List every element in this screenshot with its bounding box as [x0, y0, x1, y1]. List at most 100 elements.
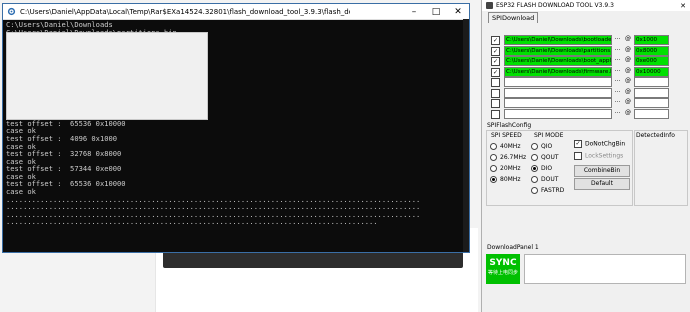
- browse-button[interactable]: ...: [613, 45, 622, 54]
- radio-dot: [531, 165, 538, 172]
- console-line: test offset : 65536 0x10000: [6, 118, 126, 128]
- row-checkbox[interactable]: [491, 78, 500, 87]
- file-row: ✓ C:\Users\Daniel\Downloads\partitions.bi…: [491, 45, 690, 56]
- address-input[interactable]: 0x10000: [634, 66, 669, 77]
- spi-mode-radio[interactable]: QOUT: [531, 154, 559, 162]
- radio-dot: [531, 154, 538, 161]
- checkbox-box: [574, 152, 582, 160]
- file-path-input[interactable]: [504, 98, 612, 108]
- address-input[interactable]: 0x8000: [634, 45, 669, 56]
- console-line: test offset : 65536 0x10000: [6, 179, 126, 189]
- at-label: @: [625, 66, 631, 74]
- row-checkbox[interactable]: [491, 88, 500, 98]
- console-line: test offset : 32768 0x8000: [6, 149, 122, 159]
- detected-info-label: DetectedInfo: [636, 132, 675, 139]
- radio-label: QIO: [541, 143, 553, 150]
- tab-spidownload[interactable]: SPIDownload: [488, 12, 539, 23]
- file-row: ✓ C:\Users\Daniel\Downloads\boot_app0.bin…: [491, 56, 690, 66]
- console-scrollbar[interactable]: [463, 19, 469, 252]
- app-icon: [486, 2, 493, 9]
- radio-label: 40MHz: [500, 143, 521, 150]
- browse-button[interactable]: ...: [613, 66, 622, 75]
- browse-button[interactable]: ...: [613, 108, 622, 117]
- spi-speed-label: SPI SPEED: [491, 132, 522, 139]
- at-label: @: [625, 98, 631, 105]
- file-path-input[interactable]: C:\Users\Daniel\Downloads\firmware.bin: [504, 66, 612, 77]
- radio-dot: [490, 154, 497, 161]
- locksettings-label: LockSettings: [585, 152, 624, 160]
- combinebin-button[interactable]: CombineBin: [574, 165, 630, 177]
- flash-title-bar[interactable]: ESP32 FLASH DOWNLOAD TOOL V3.9.3 ✕: [482, 0, 690, 11]
- row-checkbox[interactable]: [491, 109, 500, 119]
- address-input[interactable]: [634, 108, 669, 119]
- file-path-input[interactable]: C:\Users\Daniel\Downloads\bootloader.bin: [504, 35, 612, 45]
- spi-speed-radio[interactable]: 80MHz: [490, 176, 520, 184]
- console-line: ........................................…: [6, 217, 378, 227]
- browse-button[interactable]: ...: [613, 35, 622, 43]
- at-label: @: [625, 77, 631, 84]
- spi-mode-label: SPI MODE: [534, 132, 564, 139]
- row-checkbox[interactable]: [491, 99, 500, 108]
- file-path-input[interactable]: C:\Users\Daniel\Downloads\boot_app0.bin: [504, 56, 612, 66]
- radio-dot: [490, 165, 497, 172]
- at-label: @: [625, 35, 631, 42]
- file-row: ... @: [491, 108, 690, 119]
- console-line: test offset : 4096 0x1000: [6, 133, 118, 143]
- radio-label: 80MHz: [500, 176, 521, 183]
- spiflashconfig-label: SPIFlashConfig: [487, 122, 532, 129]
- radio-dot: [490, 143, 497, 150]
- at-label: @: [625, 108, 631, 116]
- row-checkbox[interactable]: ✓: [491, 46, 500, 56]
- sync-status-text: SYNC: [489, 258, 517, 268]
- console-line: test offset : 57344 0xe000: [6, 164, 122, 174]
- file-path-input[interactable]: [504, 108, 612, 119]
- address-input[interactable]: [634, 98, 669, 108]
- checkbox-box: ✓: [574, 140, 582, 148]
- radio-label: DOUT: [541, 176, 559, 183]
- row-checkbox[interactable]: ✓: [491, 57, 500, 66]
- address-input[interactable]: 0x1000: [634, 35, 669, 45]
- minimize-icon[interactable]: –: [403, 4, 425, 19]
- default-button[interactable]: Default: [574, 178, 630, 190]
- sync-status-subtext: 等待上电同步: [487, 270, 518, 276]
- row-checkbox[interactable]: ✓: [491, 36, 500, 45]
- radio-dot: [490, 176, 497, 183]
- donotchgbin-checkbox[interactable]: ✓ DoNotChgBin: [574, 140, 625, 148]
- file-path-input[interactable]: [504, 87, 612, 98]
- close-icon[interactable]: ✕: [676, 0, 690, 11]
- spi-speed-radio[interactable]: 40MHz: [490, 143, 520, 151]
- gear-icon: [7, 7, 16, 16]
- at-label: @: [625, 56, 631, 63]
- console-title-bar[interactable]: C:\Users\Daniel\AppData\Local\Temp\Rar$E…: [3, 4, 469, 20]
- close-icon[interactable]: ✕: [447, 4, 469, 19]
- radio-dot: [531, 143, 538, 150]
- file-path-input[interactable]: [504, 77, 612, 87]
- file-row: ... @: [491, 87, 690, 98]
- browse-button[interactable]: ...: [613, 87, 622, 96]
- spi-mode-radio[interactable]: DOUT: [531, 176, 558, 184]
- at-label: @: [625, 45, 631, 53]
- file-rows-panel: [6, 32, 208, 120]
- file-row: ✓ C:\Users\Daniel\Downloads\bootloader.bi…: [491, 35, 690, 45]
- spi-speed-radio[interactable]: 20MHz: [490, 165, 520, 173]
- spi-mode-radio[interactable]: QIO: [531, 143, 552, 151]
- download-log-area: [524, 254, 686, 284]
- address-input[interactable]: [634, 77, 669, 87]
- file-row: ... @: [491, 98, 690, 108]
- radio-label: FASTRD: [541, 187, 565, 194]
- spi-speed-radio[interactable]: 26.7MHz: [490, 154, 526, 162]
- file-path-input[interactable]: C:\Users\Daniel\Downloads\partitions.bin: [504, 45, 612, 56]
- maximize-icon[interactable]: □: [425, 4, 447, 19]
- address-input[interactable]: 0xe000: [634, 56, 669, 66]
- detected-info-box: [634, 130, 688, 206]
- browse-button[interactable]: ...: [613, 77, 622, 85]
- browse-button[interactable]: ...: [613, 98, 622, 106]
- spi-mode-radio[interactable]: DIO: [531, 165, 552, 173]
- locksettings-checkbox[interactable]: LockSettings: [574, 152, 623, 160]
- radio-label: QOUT: [541, 154, 559, 161]
- address-input[interactable]: [634, 87, 669, 98]
- spi-mode-radio[interactable]: FASTRD: [531, 187, 564, 195]
- browse-button[interactable]: ...: [613, 56, 622, 64]
- row-checkbox[interactable]: ✓: [491, 67, 500, 77]
- file-row: ✓ C:\Users\Daniel\Downloads\firmware.bin.…: [491, 66, 690, 77]
